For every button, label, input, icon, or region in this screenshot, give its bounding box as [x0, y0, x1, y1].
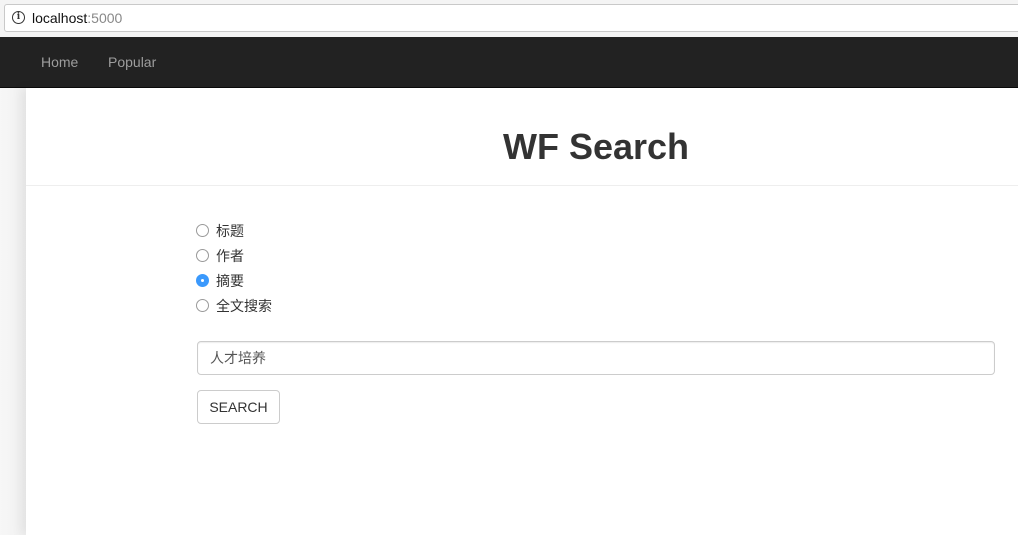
page-title: WF Search: [502, 126, 690, 167]
option-title-label: 标题: [216, 223, 244, 240]
option-fulltext-label: 全文搜索: [216, 298, 272, 315]
main-container: WF Search 标题 作者 摘要 全文搜索 SEARCH: [26, 88, 1018, 535]
url-field[interactable]: i localhost:5000: [4, 4, 1018, 32]
browser-address-bar: i localhost:5000: [0, 0, 1018, 37]
page-left-margin: [0, 88, 26, 535]
option-fulltext[interactable]: 全文搜索: [196, 293, 272, 318]
url-port: :5000: [87, 10, 123, 26]
option-abstract[interactable]: 摘要: [196, 268, 272, 293]
option-author-label: 作者: [216, 248, 244, 265]
nav-link-popular[interactable]: Popular: [108, 54, 156, 70]
nav-link-home[interactable]: Home: [41, 54, 78, 70]
option-author[interactable]: 作者: [196, 243, 272, 268]
radio-fulltext[interactable]: [196, 299, 209, 312]
title-divider: [26, 185, 1018, 186]
search-button[interactable]: SEARCH: [197, 390, 280, 424]
radio-title[interactable]: [196, 224, 209, 237]
radio-author[interactable]: [196, 249, 209, 262]
url-host: localhost: [32, 10, 88, 26]
top-navbar: Home Popular: [0, 37, 1018, 88]
search-input[interactable]: [197, 341, 995, 375]
radio-abstract[interactable]: [196, 274, 209, 287]
search-field-options: 标题 作者 摘要 全文搜索: [196, 218, 272, 318]
url-text[interactable]: localhost:5000: [32, 10, 122, 26]
info-icon[interactable]: i: [12, 11, 25, 24]
option-abstract-label: 摘要: [216, 273, 244, 290]
option-title[interactable]: 标题: [196, 218, 272, 243]
